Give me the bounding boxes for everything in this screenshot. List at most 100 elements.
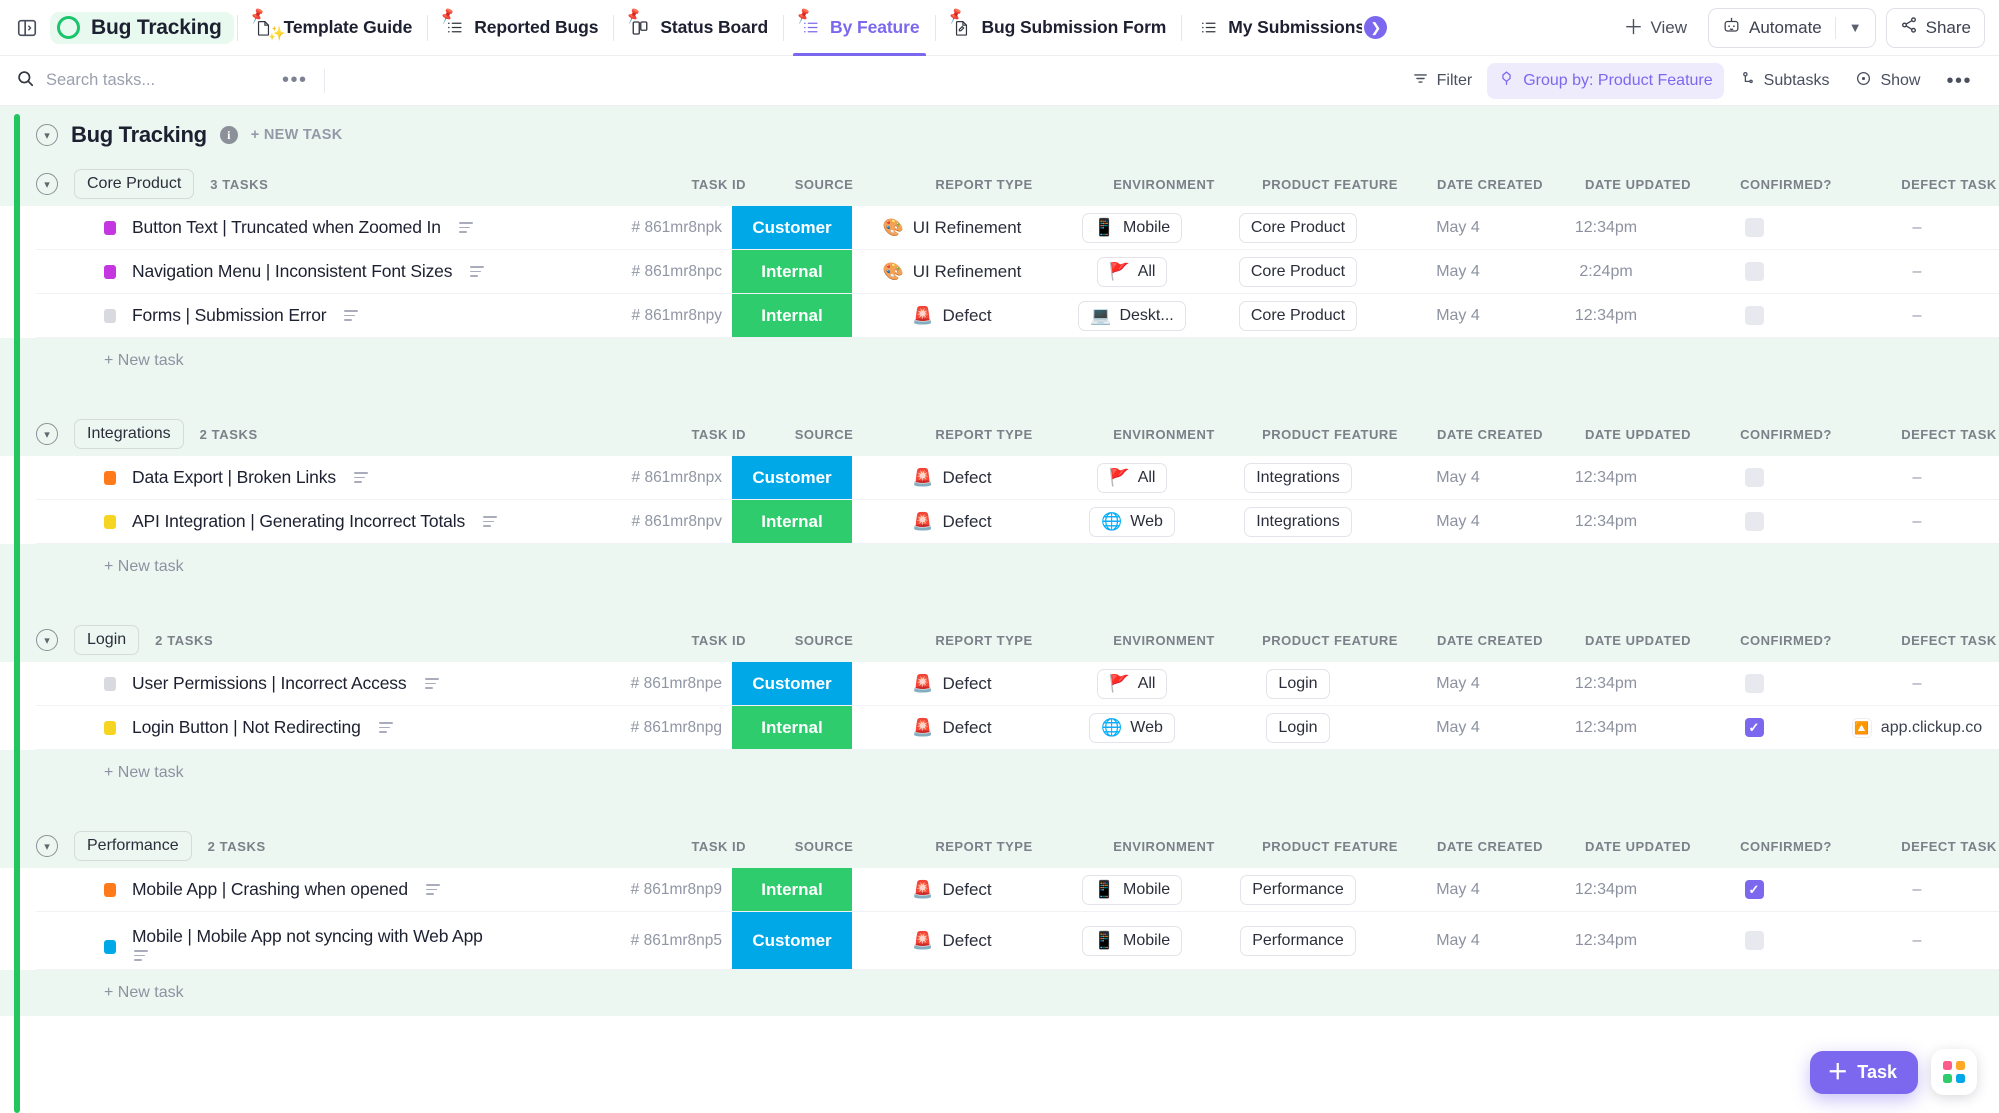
- column-header-report-type[interactable]: REPORT TYPE: [884, 839, 1084, 854]
- task-title[interactable]: Forms | Submission Error: [132, 305, 327, 326]
- task-id[interactable]: # 861mr8npy: [632, 307, 722, 324]
- task-id[interactable]: # 861mr8np9: [631, 881, 722, 898]
- group-name-pill[interactable]: Login: [74, 625, 140, 655]
- date-created[interactable]: May 4: [1436, 881, 1480, 898]
- date-updated[interactable]: 12:34pm: [1575, 719, 1637, 736]
- create-task-fab[interactable]: ＋ Task: [1810, 1050, 1918, 1094]
- column-header-source[interactable]: SOURCE: [764, 177, 884, 192]
- tab-bug-submission-form[interactable]: 📌 Bug Submission Form: [939, 0, 1179, 56]
- status-indicator[interactable]: [104, 514, 116, 529]
- task-title[interactable]: User Permissions | Incorrect Access: [132, 673, 407, 694]
- collapse-group-icon[interactable]: ▾: [36, 423, 58, 445]
- add-view-button[interactable]: ＋ View: [1612, 11, 1698, 45]
- report-type-cell[interactable]: 🚨 Defect: [912, 931, 991, 951]
- product-feature-badge[interactable]: Core Product: [1238, 256, 1358, 287]
- add-task-row[interactable]: + New task: [0, 338, 1999, 384]
- column-header-product-feature[interactable]: PRODUCT FEATURE: [1244, 427, 1416, 442]
- report-type-cell[interactable]: 🚨 Defect: [912, 468, 991, 488]
- column-header-environment[interactable]: ENVIRONMENT: [1084, 839, 1244, 854]
- report-type-cell[interactable]: 🎨 UI Refinement: [883, 262, 1022, 282]
- source-badge[interactable]: Customer: [732, 912, 852, 969]
- date-updated[interactable]: 12:34pm: [1575, 881, 1637, 898]
- product-feature-badge[interactable]: Performance: [1240, 925, 1356, 956]
- confirmed-checkbox[interactable]: ✓: [1744, 718, 1764, 737]
- task-title[interactable]: API Integration | Generating Incorrect T…: [132, 511, 465, 532]
- column-header-source[interactable]: SOURCE: [764, 633, 884, 648]
- source-badge[interactable]: Internal: [732, 294, 852, 337]
- column-header-task-id[interactable]: TASK ID: [620, 839, 764, 854]
- environment-badge[interactable]: 🚩 All: [1096, 462, 1168, 493]
- automate-dropdown-button[interactable]: ▼: [1836, 9, 1875, 47]
- column-header-date-updated[interactable]: DATE UPDATED: [1564, 177, 1712, 192]
- status-indicator[interactable]: [104, 308, 116, 323]
- environment-badge[interactable]: 💻 Deskt...: [1078, 300, 1186, 331]
- collapse-group-icon[interactable]: ▾: [36, 629, 58, 651]
- product-feature-badge[interactable]: Core Product: [1238, 300, 1358, 331]
- search-input[interactable]: [46, 71, 266, 90]
- automate-button[interactable]: Automate: [1709, 9, 1835, 47]
- column-header-defect-task[interactable]: DEFECT TASK: [1860, 427, 1999, 442]
- environment-badge[interactable]: 🚩 All: [1096, 256, 1168, 287]
- column-header-product-feature[interactable]: PRODUCT FEATURE: [1244, 633, 1416, 648]
- date-updated[interactable]: 12:34pm: [1575, 219, 1637, 236]
- new-task-button[interactable]: + NEW TASK: [251, 127, 343, 143]
- date-created[interactable]: May 4: [1436, 307, 1480, 324]
- task-title[interactable]: Mobile App | Crashing when opened: [132, 879, 408, 900]
- source-badge[interactable]: Internal: [732, 706, 852, 749]
- confirmed-checkbox[interactable]: [1744, 931, 1764, 950]
- group-by-button[interactable]: Group by: Product Feature: [1487, 62, 1724, 99]
- date-created[interactable]: May 4: [1436, 719, 1480, 736]
- task-title[interactable]: Mobile | Mobile App not syncing with Web…: [132, 926, 483, 947]
- date-created[interactable]: May 4: [1436, 675, 1480, 692]
- column-header-date-created[interactable]: DATE CREATED: [1416, 633, 1564, 648]
- status-indicator[interactable]: [104, 264, 116, 279]
- column-header-defect-task[interactable]: DEFECT TASK: [1860, 177, 1999, 192]
- report-type-cell[interactable]: 🚨 Defect: [912, 306, 991, 326]
- column-header-defect-task[interactable]: DEFECT TASK: [1860, 839, 1999, 854]
- group-name-pill[interactable]: Core Product: [74, 169, 195, 199]
- confirmed-checkbox[interactable]: [1744, 262, 1764, 281]
- column-header-task-id[interactable]: TASK ID: [620, 633, 764, 648]
- date-created[interactable]: May 4: [1436, 469, 1480, 486]
- status-indicator[interactable]: [104, 470, 116, 485]
- task-title[interactable]: Navigation Menu | Inconsistent Font Size…: [132, 261, 453, 282]
- tab-template-guide[interactable]: 📌 ✨ Template Guide: [241, 0, 425, 56]
- source-badge[interactable]: Customer: [732, 662, 852, 705]
- product-feature-badge[interactable]: Core Product: [1238, 212, 1358, 243]
- column-header-environment[interactable]: ENVIRONMENT: [1084, 427, 1244, 442]
- confirmed-checkbox[interactable]: [1744, 218, 1764, 237]
- date-updated[interactable]: 12:34pm: [1575, 469, 1637, 486]
- date-created[interactable]: May 4: [1436, 513, 1480, 530]
- column-header-confirmed[interactable]: CONFIRMED?: [1712, 839, 1860, 854]
- subtasks-button[interactable]: Subtasks: [1728, 63, 1841, 99]
- confirmed-checkbox[interactable]: [1744, 468, 1764, 487]
- table-row[interactable]: Forms | Submission Error # 861mr8npy Inter…: [36, 294, 1999, 338]
- table-row[interactable]: API Integration | Generating Incorrect T…: [36, 500, 1999, 544]
- table-row[interactable]: Login Button | Not Redirecting # 861mr8np…: [36, 706, 1999, 750]
- table-row[interactable]: Data Export | Broken Links # 861mr8npx Cus…: [36, 456, 1999, 500]
- date-updated[interactable]: 12:34pm: [1575, 675, 1637, 692]
- automate-button-group[interactable]: Automate ▼: [1707, 7, 1876, 48]
- table-row[interactable]: Navigation Menu | Inconsistent Font Size…: [36, 250, 1999, 294]
- group-name-pill[interactable]: Performance: [74, 831, 192, 861]
- share-button[interactable]: Share: [1885, 7, 1985, 48]
- column-header-report-type[interactable]: REPORT TYPE: [884, 427, 1084, 442]
- confirmed-checkbox[interactable]: [1744, 512, 1764, 531]
- status-indicator[interactable]: [104, 720, 116, 735]
- environment-badge[interactable]: 📱 Mobile: [1081, 212, 1183, 243]
- search-more-icon[interactable]: •••: [266, 69, 324, 92]
- tabs-overflow-next-icon[interactable]: ❯: [1364, 16, 1388, 39]
- report-type-cell[interactable]: 🚨 Defect: [912, 718, 991, 738]
- status-indicator[interactable]: [104, 882, 116, 897]
- add-task-row[interactable]: + New task: [0, 750, 1999, 796]
- task-title[interactable]: Data Export | Broken Links: [132, 467, 336, 488]
- column-header-source[interactable]: SOURCE: [764, 839, 884, 854]
- column-header-date-created[interactable]: DATE CREATED: [1416, 839, 1564, 854]
- product-feature-badge[interactable]: Integrations: [1244, 462, 1352, 493]
- source-badge[interactable]: Customer: [732, 206, 852, 249]
- status-indicator[interactable]: [104, 220, 116, 235]
- date-created[interactable]: May 4: [1436, 263, 1480, 280]
- task-id[interactable]: # 861mr8npx: [632, 469, 722, 486]
- task-title[interactable]: Button Text | Truncated when Zoomed In: [132, 217, 441, 238]
- date-updated[interactable]: 12:34pm: [1575, 932, 1637, 949]
